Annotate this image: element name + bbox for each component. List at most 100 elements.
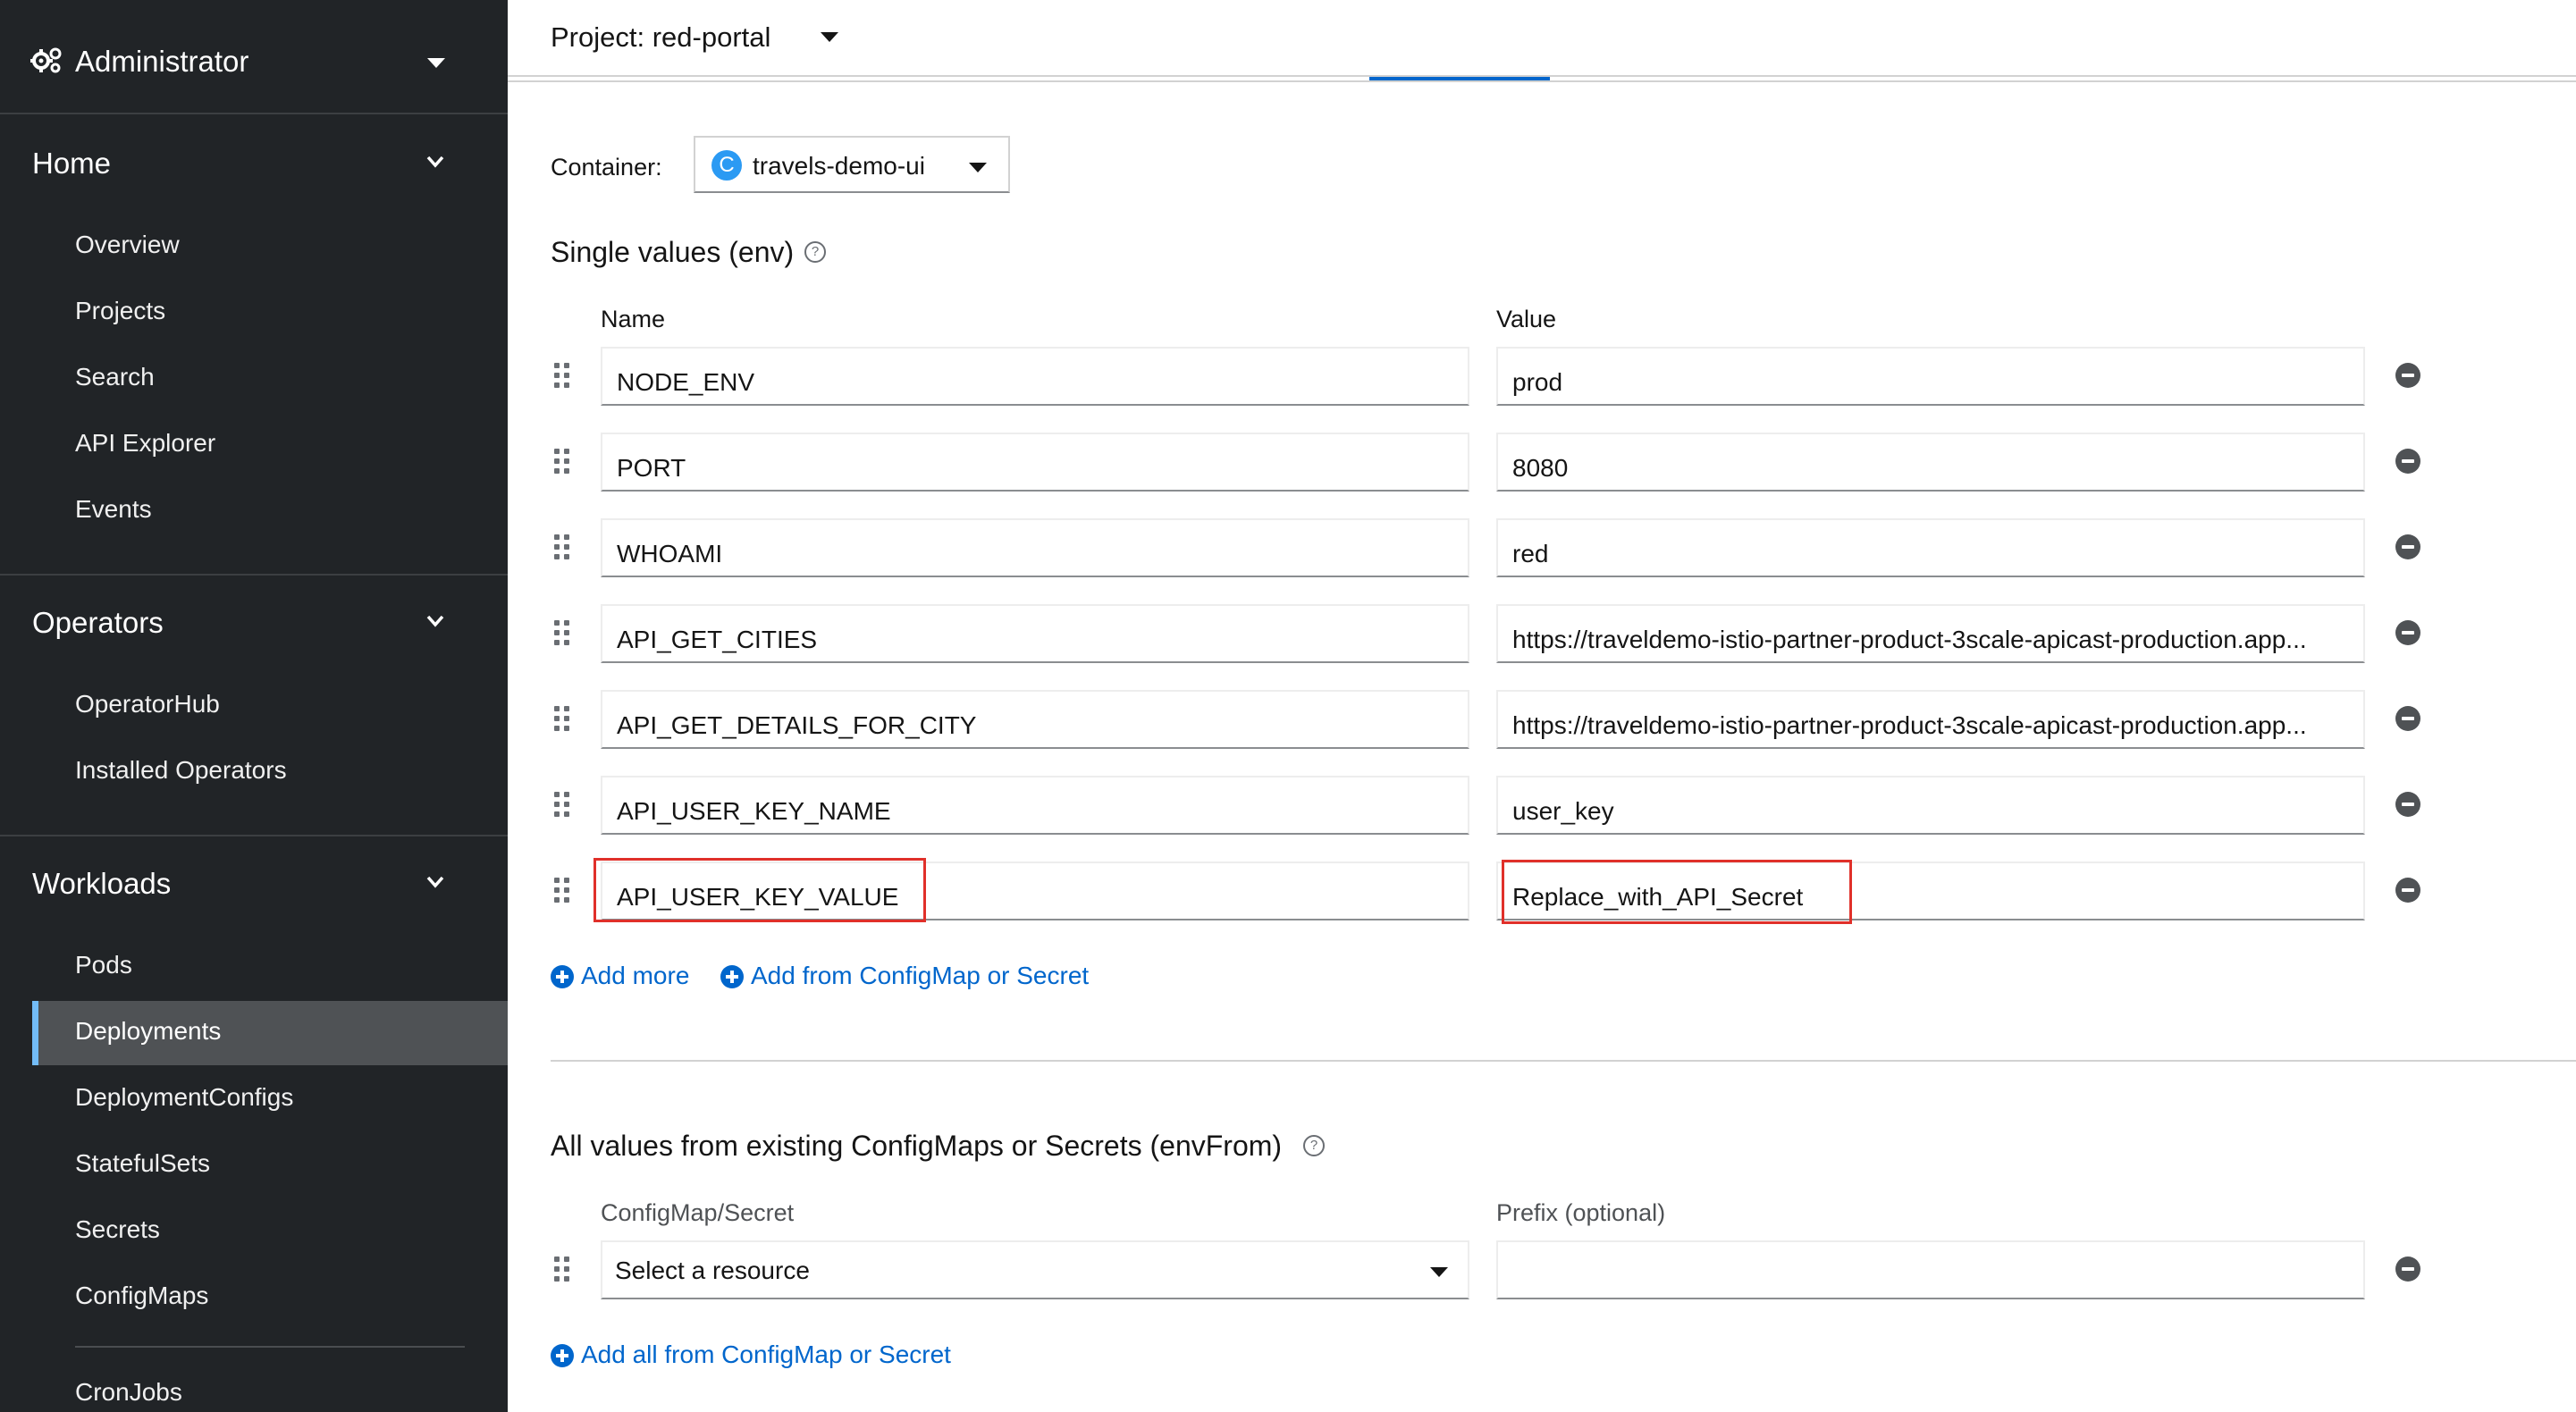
caret-down-icon [821,32,838,42]
sidebar-item-secrets[interactable]: Secrets [32,1199,508,1264]
project-selector[interactable]: Project: red-portal [508,0,2576,77]
sidebar-item-label: StatefulSets [75,1149,210,1177]
caret-down-icon [1430,1267,1448,1277]
name-column-header: Name [601,306,666,332]
sidebar-item-label: Secrets [75,1215,160,1243]
nav-section-home[interactable]: Home [0,132,508,195]
env-name-input[interactable] [601,347,1469,406]
sidebar-item-deployments[interactable]: Deployments [32,1001,514,1065]
container-label: Container: [551,154,662,181]
perspective-label: Administrator [75,45,249,78]
sidebar-item-label: ConfigMaps [75,1282,209,1309]
configmap-column-header: ConfigMap/Secret [601,1199,795,1226]
drag-handle-icon[interactable] [554,363,570,388]
env-row [508,776,2576,838]
env-value-input[interactable] [1496,604,2365,663]
nav-section-label: Home [32,147,112,180]
sidebar-item-statefulsets[interactable]: StatefulSets [32,1133,508,1198]
section-divider [551,1060,2576,1062]
remove-icon[interactable] [2395,1257,2420,1282]
env-name-input[interactable] [601,518,1469,577]
env-row [508,347,2576,409]
resource-select[interactable]: Select a resource [601,1240,1469,1299]
project-label: Project: red-portal [551,21,771,53]
sidebar-item-overview[interactable]: Overview [32,214,508,279]
drag-handle-icon[interactable] [554,1257,570,1282]
nav-section-operators[interactable]: Operators [0,592,508,654]
sidebar-item-pods[interactable]: Pods [32,935,508,999]
caret-down-icon [969,163,987,172]
add-from-plus-icon [720,965,744,988]
add-from-configmap-link[interactable]: Add from ConfigMap or Secret [751,962,1089,990]
remove-icon[interactable] [2395,706,2420,731]
drag-handle-icon[interactable] [554,792,570,817]
sidebar-item-label: Events [75,495,152,523]
env-row [508,690,2576,752]
nav-divider [0,574,508,576]
sidebar-item-label: Pods [75,951,132,979]
drag-handle-icon[interactable] [554,449,570,474]
sidebar: Administrator Home Overview Projects Sea… [0,0,514,1412]
nav-divider [0,835,508,836]
env-name-input[interactable] [601,776,1469,835]
sidebar-item-cronjobs[interactable]: CronJobs [32,1362,508,1412]
add-more-plus-icon [551,965,574,988]
prefix-column-header: Prefix (optional) [1496,1199,1666,1226]
env-value-input[interactable] [1496,347,2365,406]
sidebar-item-events[interactable]: Events [32,479,508,543]
envfrom-title: All values from existing ConfigMaps or S… [551,1130,1283,1162]
remove-icon[interactable] [2395,363,2420,388]
add-all-configmap-link[interactable]: Add all from ConfigMap or Secret [581,1341,951,1369]
sidebar-item-label: CronJobs [75,1378,182,1406]
container-select[interactable]: C travels-demo-ui [694,136,1010,193]
drag-handle-icon[interactable] [554,534,570,559]
remove-icon[interactable] [2395,792,2420,817]
env-name-input[interactable] [601,604,1469,663]
drag-handle-icon[interactable] [554,706,570,731]
remove-icon[interactable] [2395,534,2420,559]
envfrom-row: Select a resource [508,1240,2576,1303]
sidebar-item-label: DeploymentConfigs [75,1083,294,1111]
remove-icon[interactable] [2395,878,2420,903]
nav-subdivider [75,1346,465,1348]
sidebar-item-search[interactable]: Search [32,347,508,411]
sidebar-item-installed-operators[interactable]: Installed Operators [32,740,508,804]
sidebar-item-label: Deployments [75,1017,222,1045]
sidebar-item-label: Overview [75,231,180,258]
drag-handle-icon[interactable] [554,620,570,645]
sidebar-item-projects[interactable]: Projects [32,281,508,345]
sidebar-item-label: API Explorer [75,429,216,457]
sidebar-item-label: Projects [75,297,166,324]
chevron-down-icon [426,876,444,888]
env-name-input[interactable] [601,690,1469,749]
env-name-input[interactable] [601,433,1469,492]
help-icon[interactable]: ? [1303,1135,1325,1156]
env-value-input[interactable] [1496,433,2365,492]
highlight-box-name [593,858,926,922]
remove-icon[interactable] [2395,449,2420,474]
env-value-input[interactable] [1496,776,2365,835]
page: Administrator Home Overview Projects Sea… [0,0,2576,1412]
env-row [508,433,2576,495]
env-value-input[interactable] [1496,518,2365,577]
sidebar-item-configmaps[interactable]: ConfigMaps [32,1265,508,1330]
sidebar-item-label: OperatorHub [75,690,220,718]
sidebar-item-deploymentconfigs[interactable]: DeploymentConfigs [32,1067,508,1131]
resource-select-value: Select a resource [615,1257,810,1284]
env-value-input[interactable] [1496,690,2365,749]
single-values-title: Single values (env) [551,236,795,268]
nav-section-label: Workloads [32,867,172,900]
nav-section-label: Operators [32,606,164,639]
perspective-switcher[interactable]: Administrator [0,0,508,114]
sidebar-item-operatorhub[interactable]: OperatorHub [32,674,508,738]
drag-handle-icon[interactable] [554,878,570,903]
help-icon[interactable]: ? [804,241,826,263]
add-more-link[interactable]: Add more [581,962,689,990]
remove-icon[interactable] [2395,620,2420,645]
sidebar-item-api-explorer[interactable]: API Explorer [32,413,508,477]
container-value: travels-demo-ui [753,152,925,180]
prefix-input[interactable] [1496,1240,2365,1299]
nav-section-workloads[interactable]: Workloads [0,853,508,915]
main-content: Project: red-portal Container: C travels… [508,0,2576,1412]
gears-icon [30,47,62,73]
